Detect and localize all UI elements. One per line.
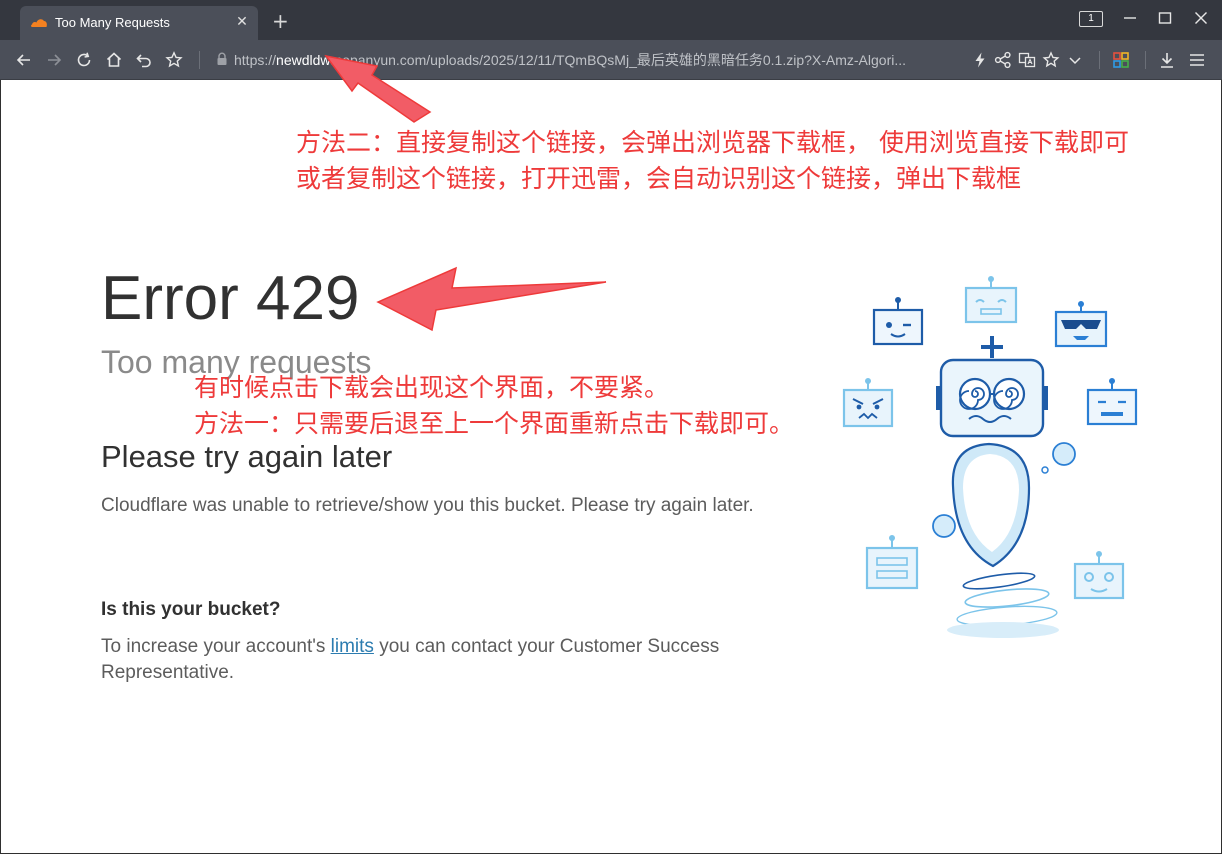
annotation-note-line1: 有时候点击下载会出现这个界面，不要紧。 [194,373,670,402]
robot-face-wink-icon [872,297,924,346]
error-description: Cloudflare was unable to retrieve/show y… [101,495,754,516]
download-icon[interactable] [1157,50,1177,70]
annotation-method2-line1: 方法二：直接复制这个链接，会弹出浏览器下载框， 使用浏览直接下载即可 [296,128,1129,157]
toolbar-separator [1145,51,1146,69]
close-icon[interactable] [1193,10,1209,26]
error-title: Error 429 [101,264,360,333]
robot-face-neutral-icon [964,276,1018,324]
annotation-note-line2: 方法一：只需要后退至上一个界面重新点击下载即可。 [194,409,795,438]
robot-illustration [842,276,1138,638]
menu-icon[interactable] [1187,50,1207,70]
new-tab-button[interactable]: + [272,11,289,31]
url-scheme: https:// [234,52,277,68]
try-again-heading: Please try again later [101,439,393,474]
robot-face-smile-icon [1073,551,1125,600]
lightning-icon[interactable] [970,50,990,70]
bookmark-star-icon[interactable] [164,50,184,70]
robot-face-sunglasses-icon [1054,301,1108,348]
limits-link[interactable]: limits [331,636,374,657]
tab-count-button[interactable]: 1 [1079,11,1103,27]
url-host: newdldw [276,52,331,68]
bucket-text-before: To increase your account's [101,636,331,657]
undo-icon[interactable] [134,50,154,70]
back-icon[interactable] [14,50,34,70]
home-icon[interactable] [104,50,124,70]
robot-main-icon [932,336,1076,638]
navigation-toolbar: https://newdldwmopanyun.com/uploads/2025… [0,40,1222,80]
cloudflare-favicon-icon [31,19,47,27]
robot-face-dizzy-icon [865,535,919,590]
annotation-method2-line2: 或者复制这个链接，打开迅雷，会自动识别这个链接，弹出下载框 [296,164,1022,193]
tab-title: Too Many Requests [55,15,170,30]
url-path: mopanyun.com/uploads/2025/12/11/TQmBQsMj… [330,52,907,68]
address-bar-input[interactable]: https://newdldwmopanyun.com/uploads/2025… [234,50,964,70]
robot-face-flat-icon [1086,378,1138,426]
tab-close-icon[interactable]: ✕ [234,14,250,30]
robot-face-angry-icon [842,378,894,428]
toolbar-separator [1099,51,1100,69]
minimize-icon[interactable] [1122,10,1138,26]
browser-tab[interactable]: Too Many Requests ✕ [20,6,258,40]
translate-icon[interactable] [1017,50,1037,70]
tab-bar: Too Many Requests ✕ + 1 [0,0,1222,40]
chevron-down-icon[interactable] [1065,50,1085,70]
share-icon[interactable] [993,50,1013,70]
apps-grid-icon[interactable] [1111,50,1131,70]
reload-icon[interactable] [74,50,94,70]
maximize-icon[interactable] [1157,10,1173,26]
lock-icon[interactable] [216,52,228,66]
forward-icon[interactable] [44,50,64,70]
toolbar-separator [199,51,200,69]
bookmark-add-icon[interactable] [1041,50,1061,70]
bucket-heading: Is this your bucket? [101,599,281,620]
bucket-text: To increase your account's limits you ca… [101,634,771,686]
